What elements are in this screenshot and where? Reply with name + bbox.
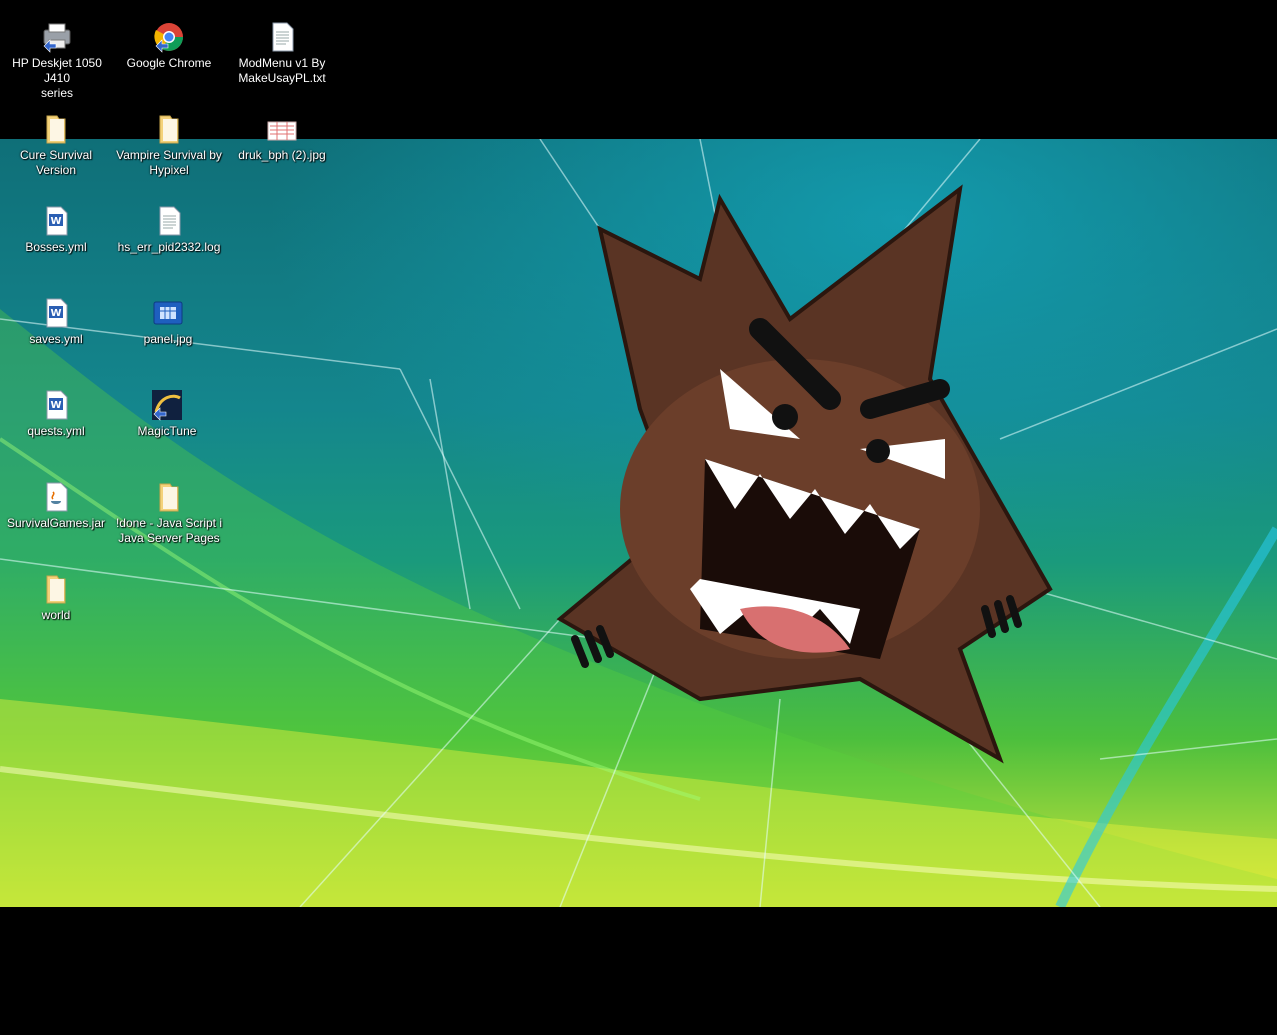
- svg-text:W: W: [50, 400, 61, 411]
- desktop-icon-saves-yml[interactable]: W saves.yml: [0, 296, 112, 347]
- desktop-icon-label: druk_bph (2).jpg: [238, 148, 326, 162]
- java-file-icon: [46, 482, 68, 512]
- monster-graphic: [556, 184, 1053, 764]
- desktop-icon-vampire-survival[interactable]: Vampire Survival by Hypixel: [113, 112, 225, 178]
- desktop-icon-panel-jpg[interactable]: panel.jpg: [112, 296, 224, 347]
- desktop-icon-quests-yml[interactable]: W quests.yml: [0, 388, 112, 439]
- desktop-icon-bosses-yml[interactable]: W Bosses.yml: [0, 204, 112, 255]
- image-file-icon: [267, 121, 297, 141]
- text-file-icon: [159, 206, 181, 236]
- folder-icon: [46, 115, 66, 144]
- image-file-icon: [153, 301, 183, 325]
- desktop-icon-label: !done - Java Script i Java Server Pages: [115, 516, 223, 545]
- desktop-icon-label: world: [41, 608, 71, 622]
- word-document-icon: W: [46, 206, 68, 236]
- desktop-icon-label: Vampire Survival by Hypixel: [116, 148, 222, 177]
- desktop-icon-label: hs_err_pid2332.log: [117, 240, 221, 254]
- text-file-icon: [272, 22, 294, 52]
- folder-icon: [159, 115, 179, 144]
- folder-icon: [46, 575, 66, 604]
- desktop: HP Deskjet 1050 J410 series Cure Surviva…: [0, 0, 1277, 1035]
- folder-icon: [159, 483, 179, 512]
- desktop-icon-label: saves.yml: [29, 332, 83, 346]
- desktop-icon-label: quests.yml: [27, 424, 85, 438]
- desktop-icon-world[interactable]: world: [0, 572, 112, 623]
- desktop-icon-label: Google Chrome: [126, 56, 212, 70]
- desktop-icon-magictune[interactable]: MagicTune: [111, 388, 223, 439]
- desktop-icon-hs-err-log[interactable]: hs_err_pid2332.log: [113, 204, 225, 255]
- desktop-icon-label: Bosses.yml: [25, 240, 87, 254]
- desktop-icon-label: Cure Survival Version: [19, 148, 93, 177]
- svg-text:W: W: [50, 308, 61, 319]
- desktop-icon-label: MagicTune: [137, 424, 197, 438]
- desktop-icon-hp-deskjet[interactable]: HP Deskjet 1050 J410 series: [1, 20, 113, 101]
- desktop-icon-google-chrome[interactable]: Google Chrome: [113, 20, 225, 71]
- chrome-icon: [154, 23, 183, 53]
- magictune-icon: [152, 390, 182, 421]
- desktop-icon-label: ModMenu v1 By MakeUsayPL.txt: [238, 56, 326, 85]
- desktop-icon-label: HP Deskjet 1050 J410 series: [12, 56, 102, 100]
- desktop-icon-cure-survival[interactable]: Cure Survival Version: [0, 112, 112, 178]
- printer-icon: [43, 23, 71, 53]
- svg-text:W: W: [50, 216, 61, 227]
- desktop-icon-done-java-folder[interactable]: !done - Java Script i Java Server Pages: [113, 480, 225, 546]
- desktop-icon-druk-bph-jpg[interactable]: druk_bph (2).jpg: [226, 112, 338, 163]
- word-document-icon: W: [46, 390, 68, 420]
- desktop-icon-label: panel.jpg: [143, 332, 193, 346]
- desktop-icon-modmenu-txt[interactable]: ModMenu v1 By MakeUsayPL.txt: [226, 20, 338, 86]
- desktop-icon-label: SurvivalGames.jar: [6, 516, 106, 530]
- desktop-icon-survivalgames-jar[interactable]: SurvivalGames.jar: [0, 480, 112, 531]
- word-document-icon: W: [46, 298, 68, 328]
